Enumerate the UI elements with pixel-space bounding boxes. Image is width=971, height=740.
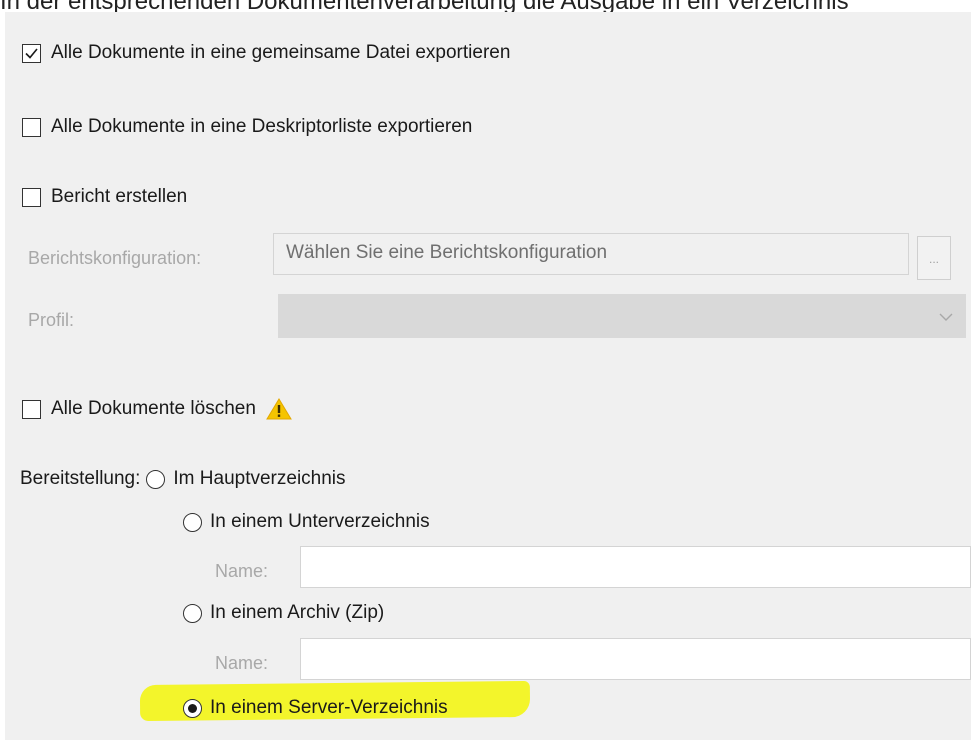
export-common-file-checkbox[interactable] [22, 43, 41, 63]
archive-option[interactable]: In einem Archiv (Zip) [183, 602, 384, 624]
create-report-label: Bericht erstellen [51, 186, 188, 207]
create-report-option[interactable]: Bericht erstellen [22, 186, 187, 208]
export-descriptor-list-checkbox[interactable] [22, 117, 41, 137]
context-caption: In der entsprechenden Dokumentenverarbei… [0, 0, 971, 12]
create-report-checkbox[interactable] [22, 187, 41, 207]
sub-dir-name-label: Name: [215, 560, 269, 581]
sub-dir-option[interactable]: In einem Unterverzeichnis [183, 511, 430, 533]
server-dir-label: In einem Server-Verzeichnis [210, 697, 448, 718]
delete-all-checkbox[interactable] [22, 399, 41, 419]
export-common-file-label: Alle Dokumente in eine gemeinsame Datei … [51, 42, 511, 63]
export-descriptor-list-label: Alle Dokumente in eine Deskriptorliste e… [51, 116, 473, 137]
archive-label: In einem Archiv (Zip) [210, 602, 385, 623]
main-dir-label[interactable]: Im Hauptverzeichnis [173, 468, 345, 490]
chevron-down-icon [939, 313, 953, 321]
export-options-panel: Alle Dokumente in eine gemeinsame Datei … [5, 12, 971, 740]
export-common-file-option[interactable]: Alle Dokumente in eine gemeinsame Datei … [22, 42, 510, 64]
sub-dir-name-input[interactable] [300, 546, 971, 588]
warning-icon [266, 398, 292, 420]
delete-all-option[interactable]: Alle Dokumente löschen [22, 397, 292, 421]
sub-dir-radio[interactable] [183, 512, 202, 532]
server-dir-option[interactable]: In einem Server-Verzeichnis [183, 697, 448, 719]
report-config-label: Berichtskonfiguration: [28, 247, 202, 268]
archive-radio[interactable] [183, 603, 202, 623]
report-config-placeholder: Wählen Sie eine Berichtskonfiguration [286, 242, 608, 263]
server-dir-radio[interactable] [183, 698, 202, 718]
provision-row-main: Bereitstellung: Im Hauptverzeichnis [20, 468, 346, 490]
profile-label: Profil: [28, 309, 75, 330]
delete-all-label: Alle Dokumente löschen [51, 398, 256, 419]
checkmark-icon [25, 47, 38, 59]
report-config-field[interactable]: Wählen Sie eine Berichtskonfiguration [273, 233, 909, 275]
export-descriptor-list-option[interactable]: Alle Dokumente in eine Deskriptorliste e… [22, 116, 472, 138]
archive-name-input[interactable] [300, 638, 971, 680]
report-config-browse-button[interactable]: ... [917, 236, 951, 280]
main-dir-radio[interactable] [146, 469, 166, 489]
archive-name-label: Name: [215, 652, 269, 673]
sub-dir-label: In einem Unterverzeichnis [210, 511, 430, 532]
provision-label: Bereitstellung: [20, 468, 141, 489]
profile-dropdown[interactable] [278, 294, 966, 338]
